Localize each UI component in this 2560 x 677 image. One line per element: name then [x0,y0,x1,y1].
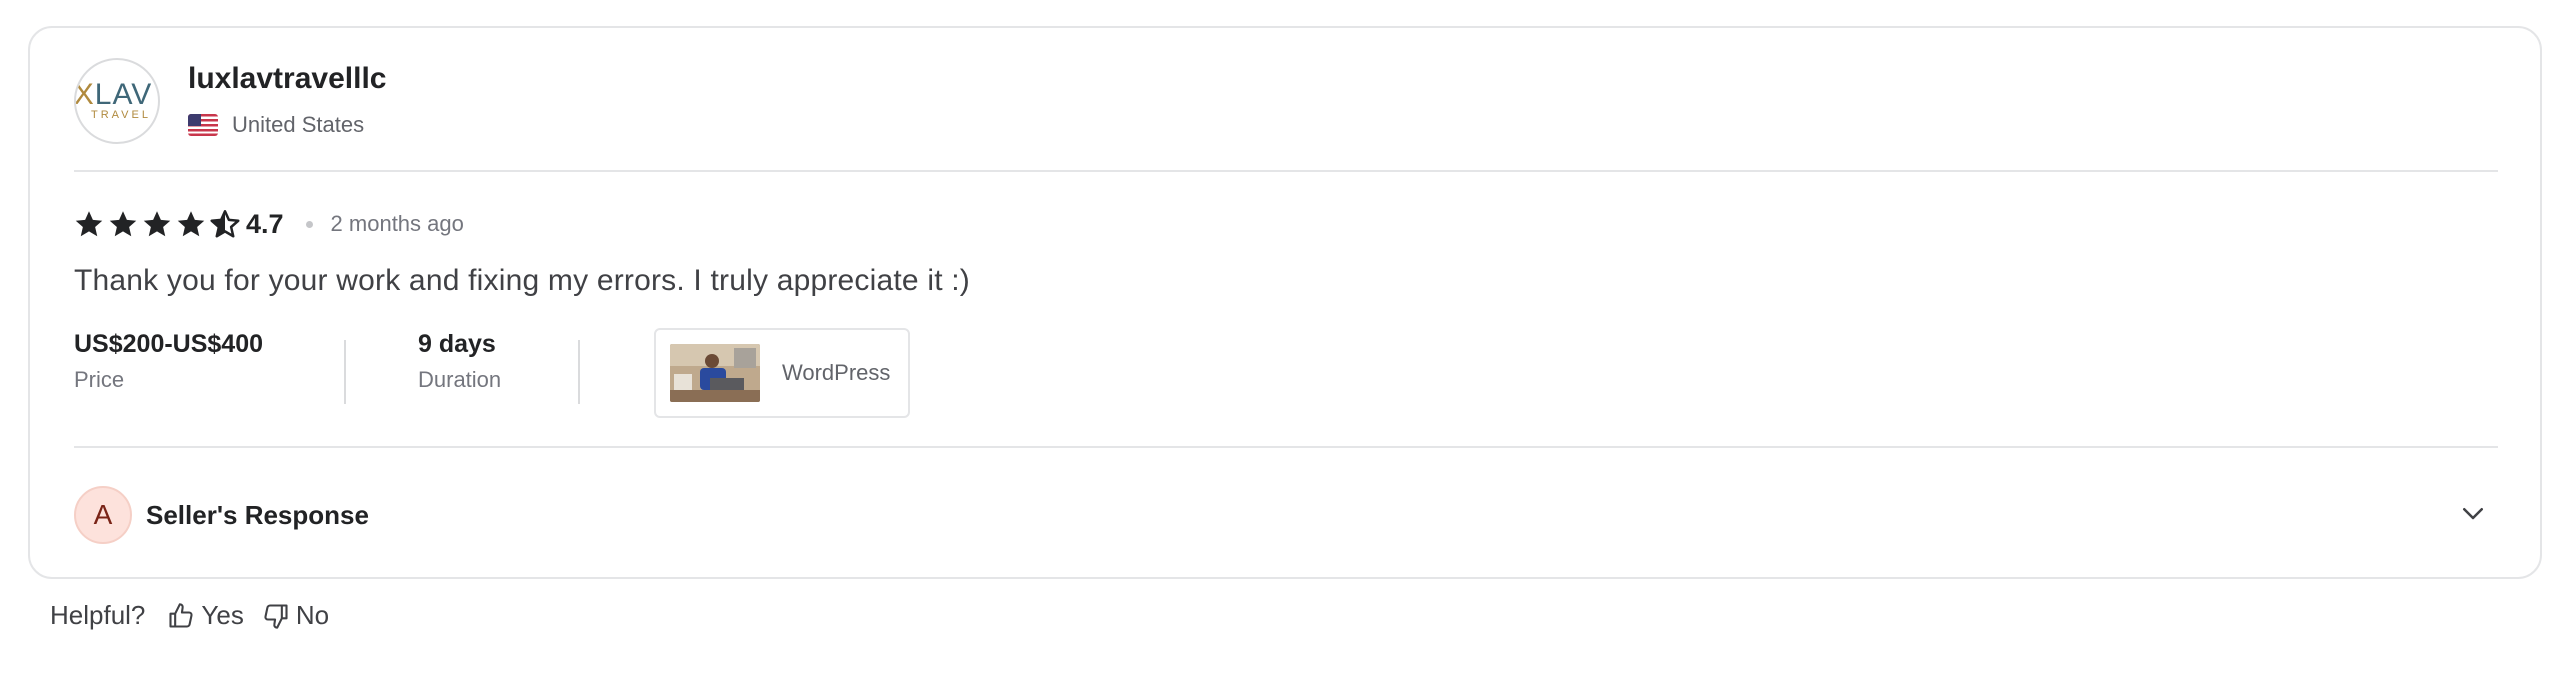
country-name: United States [232,112,365,137]
response-divider [74,446,2498,448]
thumbs-down-icon [264,603,288,629]
chevron-down-icon[interactable] [2458,498,2488,528]
gig-card[interactable]: WordPress [654,328,910,418]
helpful-yes-button[interactable]: Yes [167,600,244,631]
reviewer-country: United States [188,112,364,138]
review-card: XLAV TRAVEL luxlavtravelllc United State… [28,26,2542,579]
star-half-icon [210,210,240,238]
review-comment: Thank you for your work and fixing my er… [74,264,970,297]
star-icon [143,211,171,237]
gig-thumbnail [670,344,760,402]
thumbs-up-icon [169,602,194,628]
helpful-no-button[interactable]: No [262,600,329,631]
duration-block: 9 days Duration [418,330,501,393]
rating-score: 4.7 [246,208,284,239]
star-icon [75,211,103,237]
rating-stars [74,209,240,239]
rating-row: 4.7 2 months ago [74,204,464,244]
reviewer-avatar[interactable]: XLAV TRAVEL [74,58,160,144]
review-time: 2 months ago [330,211,464,236]
duration-label: Duration [418,367,502,392]
meta-divider [578,340,580,404]
meta-divider [344,340,346,404]
price-block: US$200-US$400 Price [74,330,263,393]
star-icon [109,211,137,237]
logo-subtext: TRAVEL [91,109,151,121]
helpful-row: Helpful? Yes No [50,600,347,631]
yes-label: Yes [201,600,244,630]
seller-response-title: Seller's Response [146,499,369,530]
seller-avatar: A [74,486,132,544]
logo-text: XLAV [74,78,153,111]
helpful-question: Helpful? [50,600,146,630]
us-flag-icon [188,114,218,136]
price-value: US$200-US$400 [74,330,264,358]
header-divider [74,170,2498,172]
duration-value: 9 days [418,330,496,358]
price-label: Price [74,367,125,392]
seller-response-toggle[interactable]: A Seller's Response [74,486,369,544]
star-icon [177,211,205,237]
separator-dot [305,220,313,228]
no-label: No [295,600,330,630]
gig-label: WordPress [782,360,891,385]
reviewer-username[interactable]: luxlavtravelllc [188,62,386,96]
